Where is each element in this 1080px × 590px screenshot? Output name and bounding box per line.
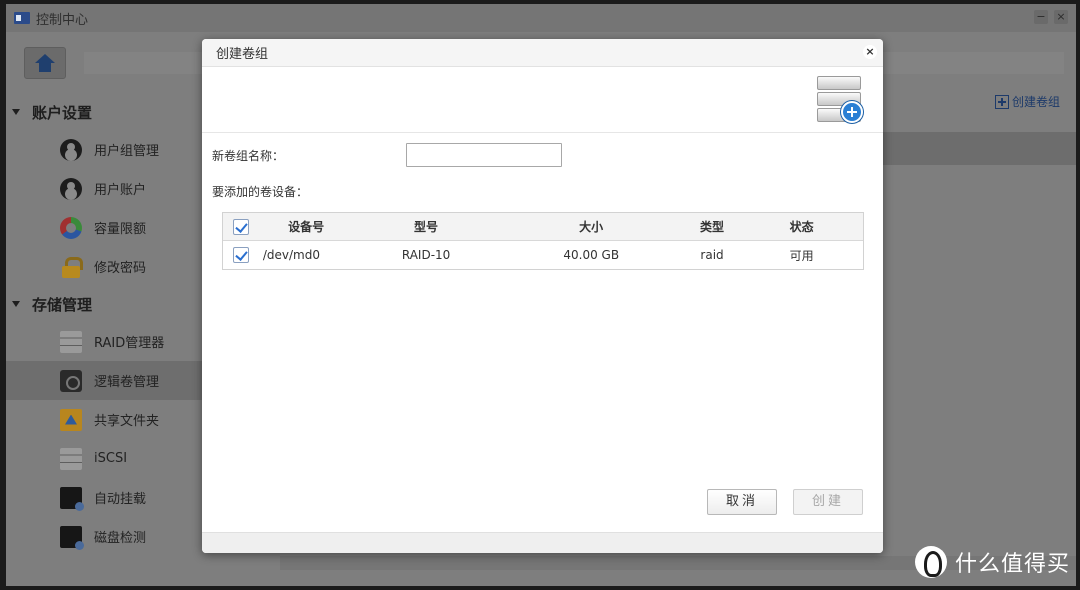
iscsi-icon (60, 447, 82, 470)
sidebar-item-label: 共享文件夹 (94, 414, 160, 429)
user-icon (60, 177, 82, 200)
dialog-header: 创建卷组 × (202, 39, 883, 67)
col-header-model[interactable]: 型号 (353, 218, 498, 235)
sidebar-item-label: RAID管理器 (94, 336, 165, 351)
row-checkbox[interactable] (232, 247, 249, 263)
divider (202, 132, 883, 133)
sidebar-item-label: 用户组管理 (94, 144, 160, 159)
home-button[interactable] (24, 47, 66, 79)
plus-circle-icon (841, 101, 863, 123)
cell-device: /dev/md0 (262, 248, 320, 262)
section-title: 账户设置 (32, 103, 93, 122)
cell-model: RAID-10 (401, 248, 451, 262)
minimize-button[interactable]: − (1034, 10, 1048, 24)
sidebar-section-storage[interactable]: 存储管理 (6, 286, 202, 322)
col-header-type[interactable]: 类型 (684, 218, 741, 235)
sidebar-item-quota[interactable]: 容量限额 (6, 208, 202, 247)
table-header-row: 设备号 型号 大小 类型 状态 (223, 213, 863, 241)
create-volume-group-label: 创建卷组 (1011, 95, 1060, 109)
table-row[interactable]: /dev/md0 RAID-10 40.00 GB raid 可用 (223, 241, 863, 269)
sidebar-item-disk-check[interactable]: 磁盘检测 (6, 517, 202, 556)
window-controls: − × (1034, 10, 1068, 24)
window-titlebar: 控制中心 − × (6, 4, 1076, 32)
automount-icon (60, 486, 84, 511)
select-all-cell (223, 218, 259, 235)
user-group-icon (60, 138, 82, 161)
volume-devices-label: 要添加的卷设备： (212, 185, 309, 199)
create-volume-group-dialog: 创建卷组 × 新卷组名称： 要添加的卷设备： 设备号 型号 大小 类型 状态 /… (202, 39, 883, 553)
sidebar-item-user-groups[interactable]: 用户组管理 (6, 130, 202, 169)
raid-icon (60, 330, 82, 353)
sidebar-item-label: 逻辑卷管理 (94, 375, 160, 390)
cancel-button[interactable]: 取消 (707, 489, 777, 515)
dialog-close-button[interactable]: × (863, 45, 877, 59)
create-volume-group-link[interactable]: 创建卷组 (994, 93, 1060, 110)
lvm-icon (60, 369, 82, 392)
select-all-checkbox[interactable] (232, 218, 249, 235)
sidebar-item-label: 用户账户 (94, 183, 147, 198)
disk-layer-icon (817, 76, 861, 90)
sidebar-item-label: iSCSI (94, 451, 128, 466)
collapse-triangle-icon (12, 301, 20, 307)
watermark: 什么值得买 (914, 546, 1070, 578)
col-header-size[interactable]: 大小 (499, 218, 684, 235)
dialog-body: 新卷组名称： 要添加的卷设备： 设备号 型号 大小 类型 状态 /dev/md0… (202, 67, 883, 532)
window-title: 控制中心 (36, 12, 89, 28)
sidebar-item-shared-folders[interactable]: 共享文件夹 (6, 400, 202, 439)
lock-icon (60, 256, 83, 278)
sidebar-item-label: 磁盘检测 (94, 531, 147, 546)
close-window-button[interactable]: × (1054, 10, 1068, 24)
volume-devices-table: 设备号 型号 大小 类型 状态 /dev/md0 RAID-10 40.00 G… (222, 212, 864, 270)
create-button[interactable]: 创建 (793, 489, 863, 515)
watermark-text: 什么值得买 (954, 552, 1070, 577)
smzdm-logo-icon (914, 546, 947, 578)
collapse-triangle-icon (12, 109, 20, 115)
cell-size: 40.00 GB (563, 248, 620, 262)
quota-icon (60, 216, 82, 239)
col-header-status[interactable]: 状态 (740, 218, 863, 235)
home-icon (35, 54, 55, 72)
volume-group-name-label: 新卷组名称： (212, 149, 285, 163)
shared-folder-icon (60, 408, 82, 431)
sidebar-item-iscsi[interactable]: iSCSI (6, 439, 202, 478)
control-center-app-icon (14, 12, 30, 24)
sidebar-item-lvm[interactable]: 逻辑卷管理 (6, 361, 202, 400)
sidebar-section-account[interactable]: 账户设置 (6, 94, 202, 130)
dialog-title: 创建卷组 (216, 47, 269, 62)
cell-status: 可用 (789, 248, 814, 263)
disk-check-icon (60, 525, 84, 550)
row-select-cell (223, 247, 259, 263)
sidebar-item-label: 容量限额 (94, 222, 147, 237)
cell-type: raid (700, 248, 724, 262)
sidebar-item-change-password[interactable]: 修改密码 (6, 247, 202, 286)
sidebar-item-raid[interactable]: RAID管理器 (6, 322, 202, 361)
sidebar-item-automount[interactable]: 自动挂载 (6, 478, 202, 517)
volume-group-name-input[interactable] (406, 143, 562, 167)
sidebar-item-label: 自动挂载 (94, 492, 147, 507)
create-volume-group-icon (817, 76, 865, 124)
add-icon (994, 94, 1009, 109)
col-header-device[interactable]: 设备号 (259, 218, 353, 235)
sidebar: 账户设置 用户组管理 用户账户 容量限额 修改密码 存储管理 RAID管理器 逻… (6, 94, 202, 574)
sidebar-item-label: 修改密码 (94, 261, 147, 276)
sidebar-item-user-accounts[interactable]: 用户账户 (6, 169, 202, 208)
dialog-footer (202, 532, 883, 553)
section-title: 存储管理 (32, 295, 93, 314)
